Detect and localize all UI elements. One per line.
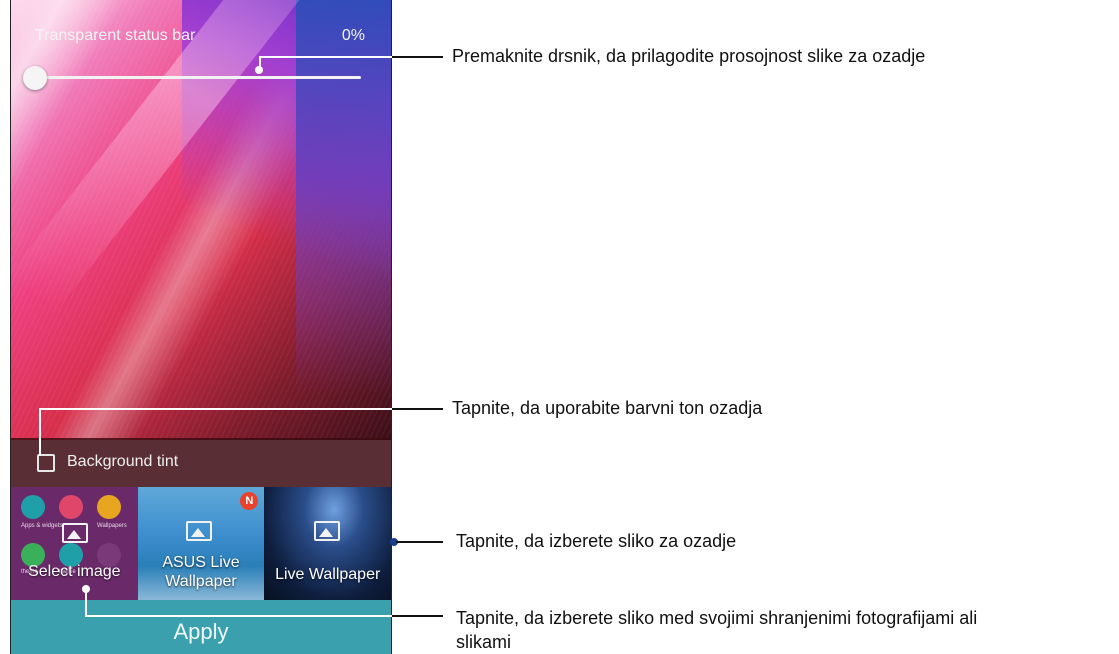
image-icon: [314, 521, 341, 541]
callout-line-select-image-vertical: [85, 589, 87, 617]
theme-mini-label: Wallpapers: [97, 523, 127, 529]
theme-app-icon: [21, 495, 45, 519]
wallpaper-thumbnails: Apps & widgets Wallpapers theme theme Se…: [11, 487, 391, 600]
callout-text-slider: Premaknite drsnik, da prilagodite prosoj…: [452, 46, 926, 66]
asus-live-wallpaper-thumbnail[interactable]: N ASUS Live Wallpaper: [137, 487, 265, 600]
callout-line-tint-inner: [39, 408, 392, 410]
background-tint-row[interactable]: Background tint: [11, 438, 391, 487]
background-tint-checkbox[interactable]: [37, 454, 55, 472]
callout-text-select-image-line1: Tapnite, da izberete sliko med svojimi s…: [456, 608, 978, 628]
callout-line-tint-vertical: [39, 408, 41, 456]
theme-mini-label: Apps & widgets: [21, 523, 63, 529]
asus-live-wallpaper-label-line2: Wallpaper: [165, 573, 237, 590]
callout-line-select-image-inner: [85, 615, 392, 617]
live-wallpaper-thumbnail[interactable]: Live Wallpaper: [264, 487, 391, 600]
theme-app-icon: [59, 495, 83, 519]
callout-line-slider-outer: [392, 56, 443, 58]
select-image-label: Select image: [28, 563, 121, 580]
asus-live-wallpaper-label-line1: ASUS Live: [162, 554, 240, 571]
callout-line-slider-inner: [259, 56, 392, 58]
phone-screen: Transparent status bar 0% Background tin…: [10, 0, 392, 654]
transparency-slider-thumb[interactable]: [23, 66, 47, 90]
background-tint-label: Background tint: [67, 453, 179, 470]
image-icon: [185, 521, 212, 541]
callout-line-select-image-outer: [392, 615, 443, 617]
image-icon: [62, 523, 88, 543]
transparency-slider-track[interactable]: [35, 76, 361, 79]
callout-line-tint-outer: [392, 408, 443, 410]
callout-text-wallpaper: Tapnite, da izberete sliko za ozadje: [456, 531, 737, 551]
callout-line-slider-vertical: [259, 56, 261, 70]
transparent-status-bar-label: Transparent status bar: [35, 27, 196, 44]
theme-app-icon: [97, 495, 121, 519]
callout-text-select-image-line2: slikami: [456, 632, 512, 652]
wallpaper-preview: [11, 0, 391, 440]
callout-line-wallpaper: [396, 541, 443, 543]
callout-text-tint: Tapnite, da uporabite barvni ton ozadja: [452, 398, 763, 418]
new-badge: N: [240, 492, 259, 510]
select-image-thumbnail[interactable]: Apps & widgets Wallpapers theme theme Se…: [11, 487, 138, 600]
apply-button[interactable]: Apply: [11, 600, 391, 654]
live-wallpaper-label: Live Wallpaper: [275, 566, 381, 583]
transparent-status-bar-value: 0%: [341, 27, 365, 44]
